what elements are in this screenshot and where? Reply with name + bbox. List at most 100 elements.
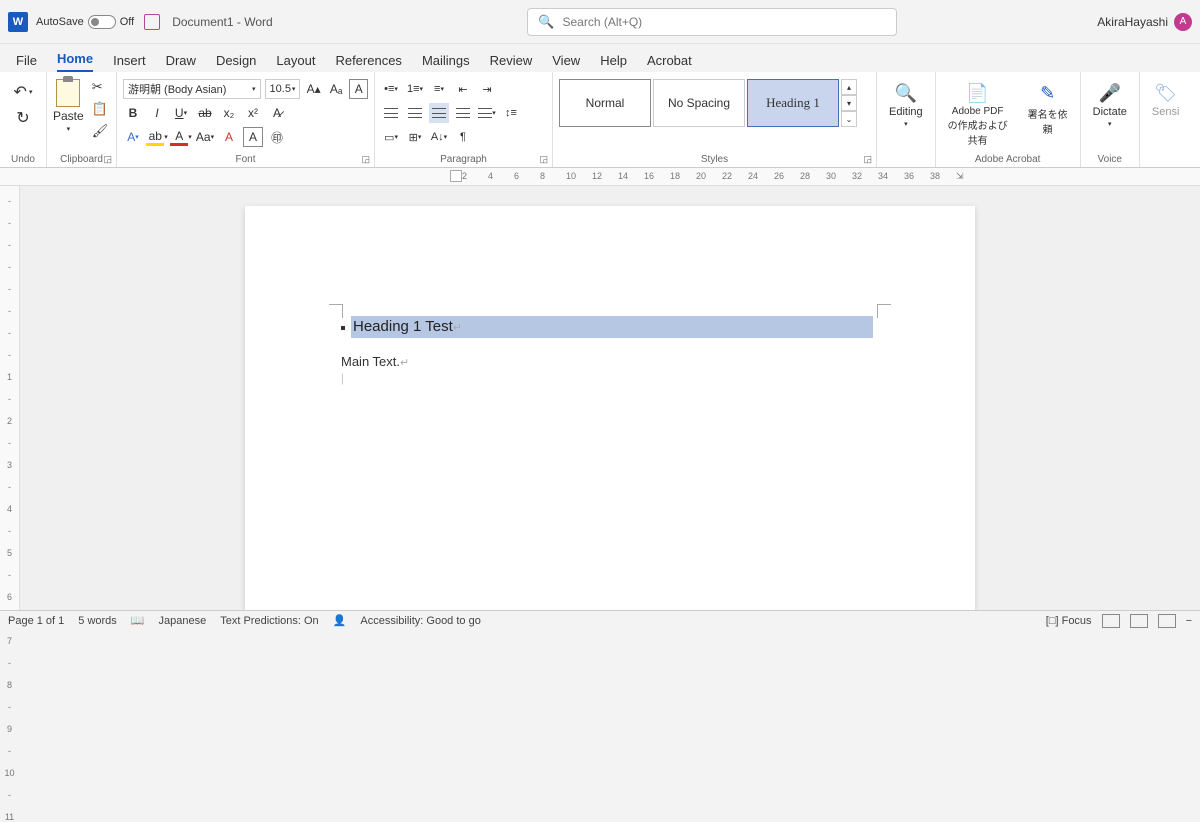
- dictate-button[interactable]: 🎤 Dictate ▾: [1087, 79, 1133, 132]
- save-icon[interactable]: [144, 14, 160, 30]
- chevron-down-icon[interactable]: ▾: [67, 125, 71, 133]
- sort-button[interactable]: A↓▾: [429, 127, 449, 147]
- enclose-char-button[interactable]: A: [219, 127, 239, 147]
- styles-more-icon[interactable]: ⌄: [841, 111, 857, 127]
- tab-design[interactable]: Design: [216, 53, 256, 72]
- tab-selector-icon[interactable]: [450, 170, 462, 182]
- page[interactable]: Heading 1 Test↵ Main Text.↵ |: [245, 206, 975, 610]
- chevron-down-icon[interactable]: ▾: [1108, 120, 1112, 128]
- char-shading-button[interactable]: Aa▾: [195, 127, 215, 147]
- status-accessibility[interactable]: Accessibility: Good to go: [360, 615, 480, 627]
- bullets-button[interactable]: •≡▾: [381, 79, 401, 99]
- search-input[interactable]: 🔍 Search (Alt+Q): [527, 8, 897, 36]
- borders-button[interactable]: ⊞▾: [405, 127, 425, 147]
- tab-draw[interactable]: Draw: [166, 53, 196, 72]
- undo-button[interactable]: ↶▾: [14, 82, 33, 102]
- underline-button[interactable]: U▾: [171, 103, 191, 123]
- redo-button[interactable]: ↻: [16, 108, 29, 128]
- ruler-tick: 20: [696, 171, 706, 181]
- line-spacing-button[interactable]: ↕≡: [501, 103, 521, 123]
- align-center-button[interactable]: [405, 103, 425, 123]
- create-pdf-button[interactable]: 📄 Adobe PDF の作成および共有: [942, 79, 1014, 151]
- tab-view[interactable]: View: [552, 53, 580, 72]
- bold-button[interactable]: B: [123, 103, 143, 123]
- status-words[interactable]: 5 words: [78, 615, 117, 627]
- vertical-ruler[interactable]: --------1-2-3-4-5-6-7-8-9-10-11: [0, 186, 20, 610]
- change-case-button[interactable]: Aₐ: [327, 79, 345, 99]
- clear-format-button[interactable]: A̷: [267, 103, 287, 123]
- format-painter-button[interactable]: 🖌: [92, 123, 109, 139]
- vruler-tick: 9: [7, 724, 12, 734]
- grow-font-button[interactable]: A▴: [304, 79, 322, 99]
- tab-help[interactable]: Help: [600, 53, 627, 72]
- heading-1-text[interactable]: Heading 1 Test↵: [351, 316, 873, 338]
- status-language[interactable]: Japanese: [159, 615, 207, 627]
- status-predictions[interactable]: Text Predictions: On: [220, 615, 318, 627]
- font-name-select[interactable]: 游明朝 (Body Asian)▾: [123, 79, 261, 99]
- strikethrough-button[interactable]: ab: [195, 103, 215, 123]
- group-acrobat: 📄 Adobe PDF の作成および共有 ✎ 署名を依頼 Adobe Acrob…: [936, 72, 1081, 167]
- styles-scroll-down-icon[interactable]: ▾: [841, 95, 857, 111]
- user-account[interactable]: AkiraHayashi A: [1097, 13, 1192, 31]
- highlight-button[interactable]: ab▾: [147, 127, 167, 147]
- chevron-down-icon[interactable]: ▾: [904, 120, 908, 128]
- tab-home[interactable]: Home: [57, 51, 93, 72]
- increase-indent-button[interactable]: ⇥: [477, 79, 497, 99]
- toggle-off-icon[interactable]: [88, 15, 116, 29]
- character-border-button[interactable]: A: [243, 127, 263, 147]
- paragraph-launcher-icon[interactable]: ◲: [539, 154, 548, 165]
- tab-references[interactable]: References: [335, 53, 401, 72]
- decrease-indent-button[interactable]: ⇤: [453, 79, 473, 99]
- cut-button[interactable]: ✂: [92, 79, 109, 95]
- editing-button[interactable]: 🔍 Editing ▾: [883, 79, 929, 132]
- align-left-button[interactable]: [381, 103, 401, 123]
- autosave-toggle[interactable]: AutoSave Off: [36, 15, 134, 29]
- styles-scroll-up-icon[interactable]: ▴: [841, 79, 857, 95]
- print-layout-button[interactable]: [1130, 614, 1148, 628]
- right-indent-icon[interactable]: ⇲: [956, 171, 964, 182]
- tab-review[interactable]: Review: [490, 53, 533, 72]
- text-effects-button[interactable]: A▾: [123, 127, 143, 147]
- document-canvas[interactable]: Heading 1 Test↵ Main Text.↵ |: [20, 186, 1200, 610]
- font-color-button[interactable]: A▾: [171, 127, 191, 147]
- italic-button[interactable]: I: [147, 103, 167, 123]
- subscript-button[interactable]: x₂: [219, 103, 239, 123]
- tab-layout[interactable]: Layout: [276, 53, 315, 72]
- copy-button[interactable]: 📋: [92, 101, 109, 117]
- body-text[interactable]: Main Text.↵: [341, 354, 879, 370]
- style-no-spacing[interactable]: No Spacing: [653, 79, 745, 127]
- paste-button[interactable]: Paste ▾: [53, 79, 84, 133]
- circled-char-button[interactable]: ㊞: [267, 127, 287, 147]
- request-signature-button[interactable]: ✎ 署名を依頼: [1022, 79, 1074, 140]
- chevron-down-icon[interactable]: ▾: [29, 88, 33, 96]
- zoom-out-button[interactable]: −: [1186, 615, 1192, 627]
- shading-button[interactable]: ▭▾: [381, 127, 401, 147]
- status-page[interactable]: Page 1 of 1: [8, 615, 64, 627]
- clipboard-launcher-icon[interactable]: ◲: [103, 154, 112, 165]
- superscript-button[interactable]: x²: [243, 103, 263, 123]
- read-mode-button[interactable]: [1102, 614, 1120, 628]
- web-layout-button[interactable]: [1158, 614, 1176, 628]
- horizontal-ruler[interactable]: 2468101214161820222426283032343638⇲: [0, 168, 1200, 186]
- font-size-select[interactable]: 10.5▾: [265, 79, 301, 99]
- tab-mailings[interactable]: Mailings: [422, 53, 470, 72]
- focus-mode-button[interactable]: [□] Focus: [1046, 615, 1092, 627]
- tab-acrobat[interactable]: Acrobat: [647, 53, 692, 72]
- phonetic-guide-button[interactable]: A: [349, 79, 368, 99]
- justify-button[interactable]: [453, 103, 473, 123]
- font-launcher-icon[interactable]: ◲: [361, 154, 370, 165]
- numbering-button[interactable]: 1≡▾: [405, 79, 425, 99]
- sensitivity-button[interactable]: 🏷 Sensi: [1146, 79, 1186, 122]
- tab-insert[interactable]: Insert: [113, 53, 146, 72]
- text-cursor[interactable]: |: [341, 370, 879, 386]
- multilevel-list-button[interactable]: ≡▾: [429, 79, 449, 99]
- distributed-button[interactable]: ▾: [477, 103, 497, 123]
- tab-file[interactable]: File: [16, 53, 37, 72]
- styles-launcher-icon[interactable]: ◲: [863, 154, 872, 165]
- style-normal[interactable]: Normal: [559, 79, 651, 127]
- group-paragraph: •≡▾ 1≡▾ ≡▾ ⇤ ⇥ ▾ ↕≡ ▭▾ ⊞▾ A↓▾: [375, 72, 553, 167]
- align-right-button[interactable]: [429, 103, 449, 123]
- style-heading-1[interactable]: Heading 1: [747, 79, 839, 127]
- show-marks-button[interactable]: ¶: [453, 127, 473, 147]
- spellcheck-icon[interactable]: 📖: [131, 614, 145, 627]
